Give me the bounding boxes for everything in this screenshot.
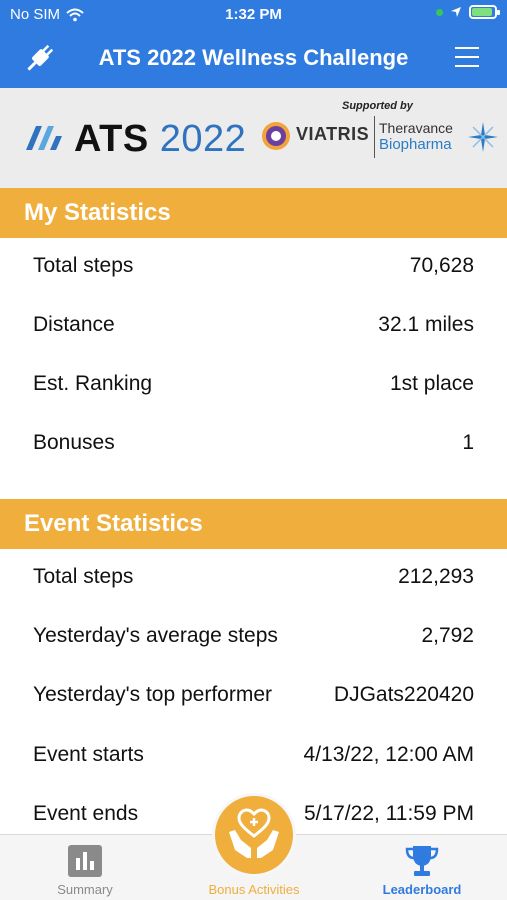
stat-value: 70,628	[409, 254, 474, 277]
viatris-logo-icon	[262, 122, 290, 150]
stat-row: Distance 32.1 miles	[0, 297, 507, 356]
tab-leaderboard[interactable]: Leaderboard	[362, 835, 482, 900]
stat-label: Yesterday's average steps	[33, 624, 278, 647]
event-statistics-header: Event Statistics	[0, 499, 507, 549]
stat-value: 1st place	[389, 372, 474, 395]
tab-leaderboard-label: Leaderboard	[382, 882, 462, 897]
battery-icon	[469, 5, 500, 19]
status-bar: No SIM 1:32 PM	[0, 0, 507, 30]
top-bar: No SIM 1:32 PM ATS 2022 Wellness Challen…	[0, 0, 507, 88]
stat-row: Bonuses 1	[0, 415, 507, 474]
sponsor-logos: ATS 2022 Supported by VIATRIS Theravance…	[0, 88, 507, 188]
nav-bar: ATS 2022 Wellness Challenge	[0, 30, 507, 88]
supported-by-label: Supported by	[342, 100, 413, 112]
status-time: 1:32 PM	[225, 6, 282, 23]
stat-row: Event starts 4/13/22, 12:00 AM	[0, 727, 507, 786]
ats-logo-text: ATS 2022	[74, 118, 246, 161]
stat-label: Bonuses	[33, 431, 115, 454]
stat-value: 212,293	[398, 565, 474, 588]
stat-value: 1	[462, 431, 474, 454]
nav-title: ATS 2022 Wellness Challenge	[98, 45, 409, 70]
stat-row: Total steps 70,628	[0, 238, 507, 297]
ats-logo-main: ATS	[74, 118, 149, 160]
hamburger-menu-icon[interactable]	[455, 47, 479, 67]
tab-summary[interactable]: Summary	[25, 835, 145, 900]
stat-label: Event ends	[33, 802, 139, 825]
theravance-star-icon	[468, 122, 498, 152]
stat-label: Event starts	[33, 743, 144, 766]
tab-bonus-label: Bonus Activities	[208, 882, 300, 897]
tab-summary-label: Summary	[57, 882, 113, 897]
ats-logo-year: 2022	[159, 118, 247, 160]
bar-chart-icon	[68, 845, 102, 877]
stat-label: Total steps	[33, 254, 134, 277]
stat-label: Total steps	[33, 565, 134, 588]
status-right	[436, 5, 500, 19]
stat-row: Yesterday's top performer DJGats220420	[0, 667, 507, 726]
logo-divider	[374, 116, 375, 158]
stat-value: 32.1 miles	[378, 313, 474, 336]
privacy-dot-icon	[436, 8, 443, 16]
stat-value: DJGats220420	[333, 683, 474, 706]
theravance-logo-line2: Biopharma	[379, 136, 452, 153]
stat-value: 5/17/22, 11:59 PM	[303, 802, 474, 825]
location-arrow-icon	[451, 7, 461, 17]
stat-row: Total steps 212,293	[0, 549, 507, 608]
bonus-activities-button[interactable]	[212, 793, 296, 877]
stat-row: Yesterday's average steps 2,792	[0, 608, 507, 667]
my-statistics-header: My Statistics	[0, 188, 507, 238]
theravance-logo-line1: Theravance	[379, 120, 453, 136]
ats-logo-mark-icon	[26, 126, 62, 150]
trophy-icon	[405, 846, 439, 876]
heart-hands-icon	[229, 808, 279, 858]
stat-label: Distance	[33, 313, 115, 336]
viatris-logo-text: VIATRIS	[296, 124, 370, 144]
stat-label: Yesterday's top performer	[33, 683, 273, 706]
stat-label: Est. Ranking	[33, 372, 153, 395]
stat-row: Est. Ranking 1st place	[0, 356, 507, 415]
stat-value: 4/13/22, 12:00 AM	[303, 743, 474, 766]
stat-value: 2,792	[421, 624, 474, 647]
